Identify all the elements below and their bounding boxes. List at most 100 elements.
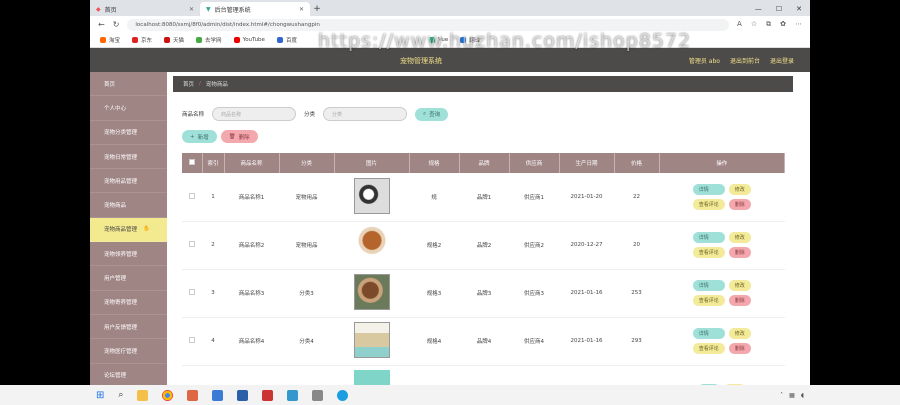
column-header: 操作 — [659, 153, 785, 173]
column-header[interactable]: 商品名称 — [224, 153, 280, 173]
app-icon[interactable] — [287, 389, 299, 401]
column-header[interactable]: 供应商 — [509, 153, 560, 173]
batch-delete-button[interactable]: 🗑 删除 — [220, 130, 258, 143]
column-header[interactable]: 价格 — [614, 153, 660, 173]
star-icon[interactable]: ☆ — [751, 20, 757, 29]
cell-index — [202, 365, 224, 385]
comments-button[interactable]: 查看评论 — [692, 247, 725, 258]
sidebar-item-pet-category[interactable]: 宠物分类管理 — [90, 121, 167, 145]
detail-button[interactable]: 详情 — [692, 328, 725, 339]
tab-favicon-icon: ◆ — [96, 5, 101, 13]
comments-button[interactable]: 查看评论 — [692, 343, 725, 354]
delete-button[interactable]: 删除 — [728, 247, 751, 258]
column-header[interactable]: 规格 — [409, 153, 460, 173]
select-all-checkbox[interactable] — [188, 159, 195, 165]
column-header[interactable]: 分类 — [279, 153, 335, 173]
extensions-icon[interactable]: ✿ — [780, 20, 786, 29]
search-icon[interactable]: ⌕ — [118, 390, 123, 400]
sidebar-item-label: 宠物商品管理 — [104, 227, 138, 234]
sidebar-item-adoption[interactable]: 宠物领养管理 — [90, 242, 167, 267]
logout-link[interactable]: 退出登录 — [770, 56, 794, 65]
app-icon[interactable] — [187, 389, 199, 401]
sidebar-item-pet-goods-manage[interactable]: 宠物商品管理 ✋ — [90, 217, 167, 243]
chrome-icon[interactable] — [162, 389, 174, 401]
detail-button[interactable]: 详情 — [692, 232, 725, 243]
app-icon[interactable] — [237, 389, 249, 401]
cell-supplier: 供应商4 — [509, 317, 559, 366]
sidebar-item-medical[interactable]: 宠物医疗管理 — [90, 339, 167, 364]
chevron-up-icon[interactable]: ˄ — [780, 392, 783, 399]
tab-close-icon[interactable]: ✕ — [189, 6, 194, 13]
collections-icon[interactable]: ⧉ — [766, 20, 771, 29]
app-icon[interactable] — [212, 389, 224, 401]
edit-button[interactable]: 修改 — [728, 280, 751, 291]
column-header[interactable]: 品牌 — [459, 153, 510, 173]
file-explorer-icon[interactable] — [137, 389, 149, 401]
breadcrumb-home[interactable]: 首页 — [183, 80, 194, 88]
sidebar-item-pet-supplies[interactable]: 宠物用品管理 — [90, 169, 167, 194]
search-button[interactable]: ⌕ 查询 — [415, 107, 449, 121]
sidebar-item-pet-goods[interactable]: 宠物商品 — [90, 193, 167, 218]
row-checkbox[interactable] — [189, 241, 195, 247]
windows-start-icon[interactable]: ⊞ — [96, 390, 104, 401]
main-content: 首页 / 宠物商品 商品名称 商品名称 分类 分类 ⌕ 查询 + 新增 🗑 删除 — [167, 72, 810, 385]
detail-button[interactable]: 详情 — [692, 183, 725, 195]
volume-icon[interactable]: ◖ — [801, 392, 804, 399]
new-tab-button[interactable]: + — [310, 2, 324, 16]
bookmark-item[interactable]: 去学网 — [196, 36, 222, 44]
back-icon[interactable]: ← — [98, 20, 105, 29]
cell-brand: 品牌4 — [459, 317, 509, 366]
screen: ◆ 首页 ✕ ▼ 后台管理系统 ✕ + — ☐ ✕ ← ↻ localhost:… — [90, 0, 810, 405]
bookmark-item[interactable]: 天猫 — [164, 36, 184, 44]
row-checkbox[interactable] — [189, 289, 195, 295]
name-input[interactable]: 商品名称 — [212, 107, 297, 121]
close-window-icon[interactable]: ✕ — [796, 5, 802, 13]
sidebar-item-users[interactable]: 用户管理 — [90, 266, 167, 291]
tab-close-icon[interactable]: ✕ — [299, 6, 304, 13]
detail-button[interactable]: 详情 — [692, 280, 725, 291]
cell-spec: 规格2 — [409, 221, 459, 270]
browser-tab-admin[interactable]: ▼ 后台管理系统 ✕ — [200, 2, 310, 16]
bookmark-item[interactable]: 百度 — [276, 36, 297, 44]
edge-icon[interactable] — [337, 389, 349, 401]
sidebar: 首页 个人中心 宠物分类管理 宠物日常管理 宠物用品管理 宠物商品 宠物商品管理… — [90, 72, 167, 388]
maximize-icon[interactable]: ☐ — [776, 5, 782, 13]
refresh-icon[interactable]: ↻ — [113, 20, 120, 29]
app-title: 宠物管理系统 — [400, 57, 442, 65]
edit-button[interactable]: 修改 — [728, 183, 751, 195]
sidebar-item-boarding[interactable]: 宠物寄养管理 — [90, 291, 167, 315]
network-icon[interactable]: ▦ — [789, 392, 795, 399]
more-icon[interactable]: ⋯ — [795, 20, 802, 29]
bookmark-item[interactable]: 淘宝 — [100, 36, 120, 44]
column-header[interactable]: 生产日期 — [559, 153, 615, 173]
edit-button[interactable]: 修改 — [728, 328, 751, 339]
edit-button[interactable]: 修改 — [728, 232, 751, 243]
row-actions: 详情 修改 查看评论 删除 — [659, 280, 785, 306]
delete-button[interactable]: 删除 — [728, 343, 751, 354]
minimize-icon[interactable]: — — [755, 5, 762, 13]
sidebar-item-feedback[interactable]: 用户反馈管理 — [90, 315, 167, 340]
bookmark-item[interactable]: YouTube — [233, 37, 265, 43]
sidebar-item-profile[interactable]: 个人中心 — [90, 96, 167, 121]
browser-tab-home[interactable]: ◆ 首页 ✕ — [90, 2, 200, 16]
sidebar-item-pet-daily[interactable]: 宠物日常管理 — [90, 145, 167, 170]
select-all-header[interactable] — [182, 153, 203, 173]
row-checkbox[interactable] — [189, 192, 195, 199]
row-checkbox[interactable] — [189, 337, 195, 343]
add-button[interactable]: + 新增 — [182, 130, 217, 143]
url-field[interactable]: localhost:8080/ssmj/8f0/admin/dist/index… — [127, 18, 730, 31]
cell-index: 3 — [202, 269, 224, 318]
delete-button[interactable]: 删除 — [728, 198, 751, 210]
app-icon[interactable] — [262, 389, 274, 401]
bookmark-item[interactable]: 京东 — [132, 36, 152, 44]
product-image — [353, 226, 390, 262]
comments-button[interactable]: 查看评论 — [692, 295, 725, 306]
font-icon[interactable]: A — [737, 20, 742, 29]
category-input[interactable]: 分类 — [323, 107, 408, 121]
cell-date: 2020-12-27 — [559, 221, 614, 270]
comments-button[interactable]: 查看评论 — [692, 198, 725, 210]
delete-button[interactable]: 删除 — [728, 295, 751, 306]
app-icon[interactable] — [312, 389, 324, 401]
exit-to-front-link[interactable]: 退出到前台 — [730, 56, 760, 65]
sidebar-item-home[interactable]: 首页 — [90, 72, 167, 97]
